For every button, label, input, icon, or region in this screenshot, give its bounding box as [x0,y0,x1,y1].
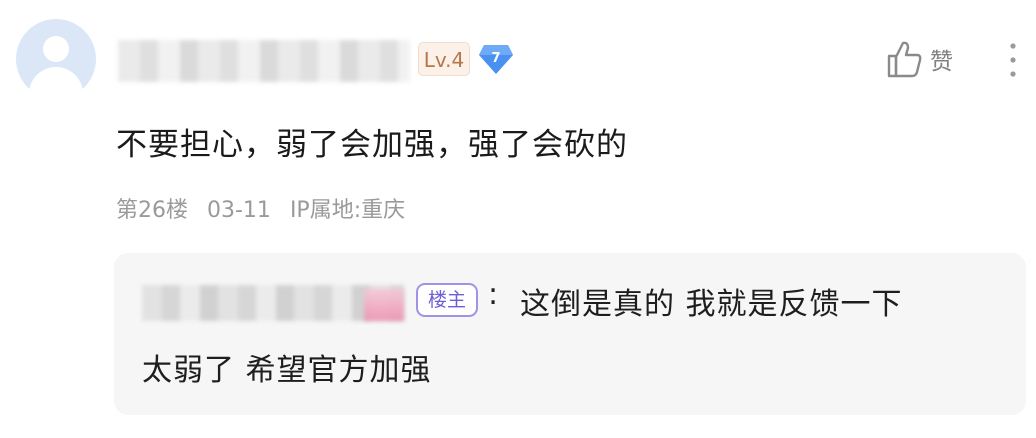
more-vertical-icon[interactable] [1003,40,1023,80]
reply-text-line2: 太弱了 希望官方加强 [142,353,432,388]
vip-level-number: 7 [491,51,500,66]
floor-number: 第26楼 [116,198,188,223]
blurred-reply-emoji [364,289,404,321]
like-button[interactable]: 赞 [886,38,953,80]
thumbs-up-icon [887,41,922,78]
reply-box[interactable]: 楼主 : 这倒是真的 我就是反馈一下 太弱了 希望官方加强 [114,253,1026,415]
like-label: 赞 [930,49,953,75]
comment-text: 不要担心，弱了会加强，强了会砍的 [116,127,628,163]
level-badge: Lv.4 [418,42,470,76]
comment-meta: 第26楼 03-11 IP属地:重庆 [116,192,417,224]
avatar-head-shape [43,36,69,62]
avatar-body-shape [29,67,83,99]
reply-text-line1: 这倒是真的 我就是反馈一下 [520,287,903,322]
blurred-username[interactable] [118,40,410,82]
reply-separator: : [488,277,499,312]
diamond-vip-icon: 7 [479,45,513,74]
comment-date: 03-11 [207,198,271,223]
avatar[interactable] [16,19,96,99]
owner-badge: 楼主 [416,283,479,317]
ip-location: IP属地:重庆 [289,198,406,223]
